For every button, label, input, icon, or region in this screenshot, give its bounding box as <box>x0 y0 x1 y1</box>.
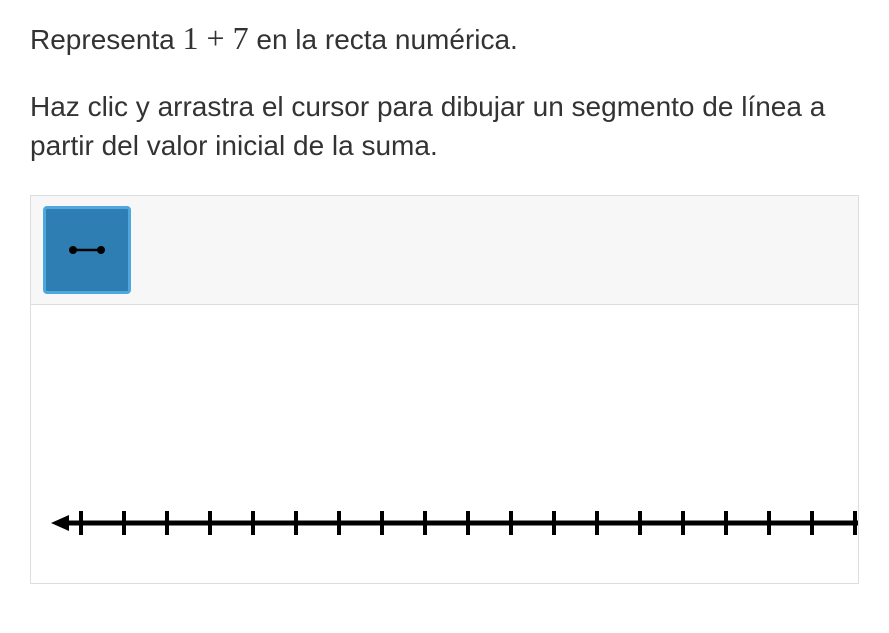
tick-label: 5 <box>719 583 733 584</box>
tick-label: 1 <box>547 583 561 584</box>
question-expression: 1 + 7 <box>183 20 249 56</box>
tick-label: -6 <box>241 583 264 584</box>
tick-label: -5 <box>284 583 307 584</box>
question-title: Representa 1 + 7 en la recta numérica. <box>30 20 859 57</box>
number-line <box>51 503 858 543</box>
canvas-area[interactable]: -10-9-8-7-6-5-4-3-2-1012345678 <box>30 304 859 584</box>
tick-label: -7 <box>198 583 221 584</box>
tick-label: 8 <box>848 583 859 584</box>
tick-label: 7 <box>805 583 819 584</box>
toolbar <box>30 195 859 304</box>
question-prefix: Representa <box>30 24 183 55</box>
question-suffix: en la recta numérica. <box>249 24 518 55</box>
instruction-text: Haz clic y arrastra el cursor para dibuj… <box>30 87 859 165</box>
segment-tool-button[interactable] <box>43 206 131 294</box>
tick-label: -10 <box>62 583 100 584</box>
tick-label: -1 <box>456 583 479 584</box>
tick-label: 2 <box>590 583 604 584</box>
tick-label: -3 <box>370 583 393 584</box>
tick-label: 3 <box>633 583 647 584</box>
tick-label: -9 <box>112 583 135 584</box>
segment-icon <box>67 244 107 256</box>
tick-label: 0 <box>504 583 518 584</box>
tick-label: -2 <box>413 583 436 584</box>
tick-label: 6 <box>762 583 776 584</box>
tick-label: -8 <box>155 583 178 584</box>
tick-label: 4 <box>676 583 690 584</box>
tick-label: -4 <box>327 583 350 584</box>
